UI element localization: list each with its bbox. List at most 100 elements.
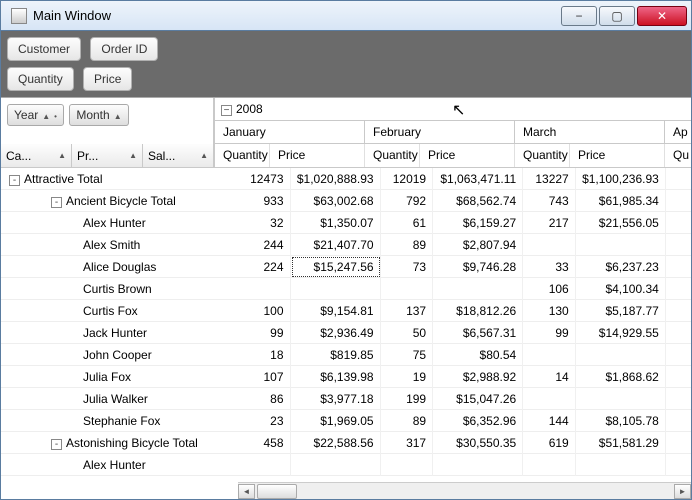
cell[interactable]	[238, 454, 291, 476]
measure-quantity[interactable]: Quantity	[365, 144, 420, 167]
cell[interactable]: $68,562.74	[433, 190, 523, 212]
row-header[interactable]: -Astonishing Bicycle Total	[1, 432, 238, 454]
cell[interactable]	[666, 344, 691, 366]
cell[interactable]: 12019	[381, 168, 434, 190]
cell[interactable]: 12473	[238, 168, 291, 190]
cell[interactable]	[666, 432, 691, 454]
cell[interactable]	[291, 278, 381, 300]
cell[interactable]: 106	[523, 278, 576, 300]
cell[interactable]: $6,159.27	[433, 212, 523, 234]
cell[interactable]: 18	[238, 344, 291, 366]
cell[interactable]: $8,105.78	[576, 410, 666, 432]
cell[interactable]: $9,154.81	[291, 300, 381, 322]
cell[interactable]: $6,567.31	[433, 322, 523, 344]
cell[interactable]: $2,936.49	[291, 322, 381, 344]
row-axis-product[interactable]: Pr...▲	[72, 144, 143, 167]
cell[interactable]	[666, 212, 691, 234]
measure-quantity[interactable]: Quantity	[515, 144, 570, 167]
month-header-january[interactable]: January	[215, 121, 365, 143]
cell[interactable]: $6,352.96	[433, 410, 523, 432]
collapse-icon[interactable]: -	[51, 439, 62, 450]
chip-quantity[interactable]: Quantity	[7, 67, 74, 91]
cell[interactable]: 19	[381, 366, 434, 388]
cell[interactable]: 244	[238, 234, 291, 256]
cell[interactable]: 75	[381, 344, 434, 366]
row-header[interactable]: -Attractive Total	[1, 168, 238, 190]
cell[interactable]: 199	[381, 388, 434, 410]
titlebar[interactable]: Main Window − ▢ ✕	[1, 1, 691, 31]
row-header[interactable]: Julia Fox	[1, 366, 238, 388]
cell[interactable]	[291, 454, 381, 476]
cell[interactable]	[523, 234, 576, 256]
collapse-icon[interactable]: -	[51, 197, 62, 208]
cell[interactable]: 130	[523, 300, 576, 322]
scroll-right-button[interactable]: ►	[674, 484, 691, 499]
cell[interactable]	[666, 366, 691, 388]
cell[interactable]: $51,581.29	[576, 432, 666, 454]
row-header[interactable]: Curtis Brown	[1, 278, 238, 300]
cell[interactable]: 89	[381, 234, 434, 256]
scroll-left-button[interactable]: ◄	[238, 484, 255, 499]
cell[interactable]	[523, 344, 576, 366]
cell[interactable]: 32	[238, 212, 291, 234]
measure-price[interactable]: Price	[420, 144, 515, 167]
cell[interactable]: $4,100.34	[576, 278, 666, 300]
cell[interactable]: 61	[381, 212, 434, 234]
cell[interactable]	[666, 410, 691, 432]
cell[interactable]: 23	[238, 410, 291, 432]
cell[interactable]: 137	[381, 300, 434, 322]
cell[interactable]: 89	[381, 410, 434, 432]
cell[interactable]: $1,100,236.93	[576, 168, 666, 190]
cell[interactable]: $1,020,888.93	[291, 168, 381, 190]
cell[interactable]	[523, 454, 576, 476]
cell[interactable]: 224	[238, 256, 291, 278]
cell[interactable]: 99	[238, 322, 291, 344]
cell[interactable]: 217	[523, 212, 576, 234]
cell[interactable]: $80.54	[433, 344, 523, 366]
cell[interactable]	[666, 278, 691, 300]
cell[interactable]	[576, 344, 666, 366]
month-header-march[interactable]: March	[515, 121, 665, 143]
cell[interactable]: $819.85	[291, 344, 381, 366]
cell[interactable]: 743	[523, 190, 576, 212]
cell[interactable]	[523, 388, 576, 410]
row-header[interactable]: Alice Douglas	[1, 256, 238, 278]
row-header[interactable]: John Cooper	[1, 344, 238, 366]
cell[interactable]: 792	[381, 190, 434, 212]
collapse-icon[interactable]: -	[9, 175, 20, 186]
cell[interactable]: $2,988.92	[433, 366, 523, 388]
cell[interactable]	[666, 168, 691, 190]
cell[interactable]: 100	[238, 300, 291, 322]
cell[interactable]: 73	[381, 256, 434, 278]
cell[interactable]: $15,047.26	[433, 388, 523, 410]
row-header[interactable]: -Ancient Bicycle Total	[1, 190, 238, 212]
measure-price[interactable]: Price	[570, 144, 665, 167]
cell[interactable]: 458	[238, 432, 291, 454]
cell[interactable]: 86	[238, 388, 291, 410]
chip-order-id[interactable]: Order ID	[90, 37, 158, 61]
cell[interactable]: $1,350.07	[291, 212, 381, 234]
scroll-thumb[interactable]	[257, 484, 297, 499]
cell[interactable]: 107	[238, 366, 291, 388]
column-axis-month[interactable]: Month▲	[69, 104, 128, 126]
cell[interactable]: $1,063,471.11	[433, 168, 523, 190]
cell[interactable]: $21,556.05	[576, 212, 666, 234]
chip-customer[interactable]: Customer	[7, 37, 81, 61]
minimize-button[interactable]: −	[561, 6, 597, 26]
cell[interactable]	[238, 278, 291, 300]
row-axis-category[interactable]: Ca...▲	[1, 144, 72, 167]
month-header-february[interactable]: February	[365, 121, 515, 143]
cell[interactable]	[381, 278, 434, 300]
cell[interactable]: $1,969.05	[291, 410, 381, 432]
row-axis-sales[interactable]: Sal...▲	[143, 144, 214, 167]
cell[interactable]: 619	[523, 432, 576, 454]
row-header[interactable]: Alex Hunter	[1, 454, 238, 476]
measure-price[interactable]: Price	[270, 144, 365, 167]
cell[interactable]: 13227	[523, 168, 576, 190]
row-header[interactable]: Alex Smith	[1, 234, 238, 256]
cell[interactable]: $21,407.70	[291, 234, 381, 256]
measure-quantity[interactable]: Quantity	[215, 144, 270, 167]
cell[interactable]: $63,002.68	[291, 190, 381, 212]
filter-icon[interactable]: •	[54, 112, 57, 121]
cell[interactable]	[576, 454, 666, 476]
